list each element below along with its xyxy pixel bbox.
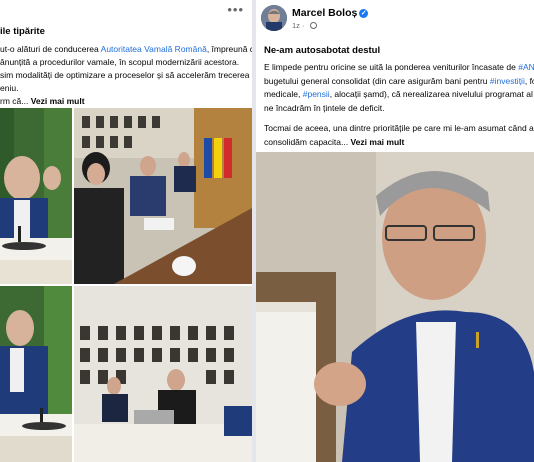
hashtag-link[interactable]: #ANA	[518, 62, 534, 72]
left-post-card: ••• ile tipărite ut-o alături de conduce…	[0, 0, 252, 462]
right-post-line: bugetului general consolidat (din care a…	[264, 75, 534, 86]
globe-icon	[309, 22, 317, 29]
see-more-link[interactable]: Vezi mai mult	[31, 96, 85, 106]
post-photo-2[interactable]	[74, 108, 252, 284]
verified-badge-icon: ✓	[359, 9, 369, 18]
right-post-line: consolidăm capacita... Vezi mai mult	[264, 136, 405, 147]
right-post-title: Ne-am autosabotat destul	[264, 45, 381, 56]
left-post-line: ânunțită a procedurilor vamale, în scopu…	[0, 57, 240, 67]
post-timestamp[interactable]: 1z	[292, 21, 300, 30]
post-meta: 1z ·	[292, 21, 317, 30]
right-post-photo[interactable]	[256, 152, 534, 462]
post-photo-3[interactable]	[0, 286, 72, 462]
right-post-line: E limpede pentru oricine se uită la pond…	[264, 61, 534, 75]
left-post-line: rm că... Vezi mai mult	[0, 96, 85, 106]
see-more-link[interactable]: Vezi mai mult	[350, 137, 404, 147]
hashtag-link[interactable]: #pensii	[303, 89, 330, 99]
left-post-line: ut-o alături de conducerea Autoritatea V…	[0, 44, 252, 54]
left-post-title: ile tipărite	[0, 26, 45, 37]
right-post-line: ne încadrăm în țintele de deficit.	[264, 102, 385, 113]
mention-link[interactable]: Autoritatea Vamală Română	[101, 44, 207, 54]
right-post-card: Marcel Boloș ✓ 1z · Ne-am autosabotat des…	[256, 0, 534, 462]
hashtag-link[interactable]: #investiții	[490, 76, 525, 86]
author-avatar[interactable]	[261, 5, 287, 31]
more-options-icon[interactable]: •••	[227, 2, 244, 17]
right-post-text: E limpede pentru oricine se uită la pond…	[264, 61, 534, 149]
post-photo-4[interactable]	[74, 286, 252, 462]
right-post-line: medicale, #pensii, alocații șamd), că ne…	[264, 89, 534, 99]
left-post-line: eniu.	[0, 83, 19, 93]
feed: ••• ile tipărite ut-o alături de conduce…	[0, 0, 534, 462]
left-post-text: ut-o alături de conducerea Autoritatea V…	[0, 43, 252, 108]
right-post-line: Tocmai de aceea, una dintre prioritățile…	[264, 123, 534, 133]
post-photo-1[interactable]	[0, 108, 72, 284]
author-name[interactable]: Marcel Boloș ✓	[292, 7, 369, 19]
left-post-line: sim modalități de optimizare a proceselo…	[0, 70, 252, 80]
